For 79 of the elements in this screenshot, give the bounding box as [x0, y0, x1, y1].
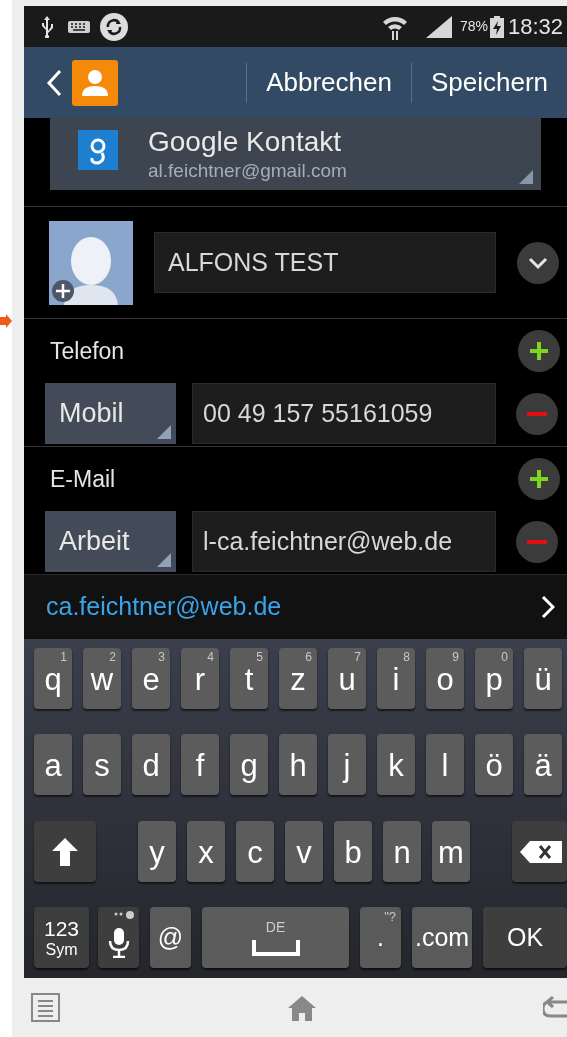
keyboard-key[interactable]: n	[383, 821, 421, 882]
value-field[interactable]: l-ca.feichtner@web.de	[192, 511, 496, 572]
keyboard-key[interactable]: p 0	[475, 648, 513, 709]
corner-icon	[519, 170, 533, 184]
keyboard-icon	[68, 20, 90, 33]
keyboard-key[interactable]: OK	[483, 907, 567, 968]
keyboard-key[interactable]: f	[181, 734, 219, 795]
home-icon	[286, 994, 317, 1021]
keyboard-key[interactable]: a	[34, 734, 72, 795]
backspace-icon	[520, 840, 562, 863]
keyboard-key[interactable]: j	[328, 734, 366, 795]
keyboard-key[interactable]: e 3	[132, 648, 170, 709]
account-title: Google Kontakt	[148, 125, 343, 159]
account-selector[interactable]: Google Kontakt al.feichtner@gmail.com	[50, 118, 541, 190]
space-key[interactable]: DE	[202, 907, 349, 968]
arrow-icon	[0, 314, 12, 328]
microphone-icon	[106, 927, 131, 958]
chevron-right-icon	[541, 595, 555, 619]
section-label: E-Mail	[50, 464, 116, 494]
symbols-key[interactable]: 123 Sym	[34, 907, 89, 968]
back-icon	[543, 995, 567, 1020]
keyboard-key[interactable]: v	[285, 821, 323, 882]
keyboard-key[interactable]: ä	[524, 734, 562, 795]
keyboard-key[interactable]: s	[83, 734, 121, 795]
voice-input-key[interactable]	[98, 907, 139, 968]
keyboard-key[interactable]: z 6	[279, 648, 317, 709]
contact-app-icon	[72, 59, 118, 106]
keyboard-key[interactable]: x	[187, 821, 225, 882]
keyboard-key[interactable]: u 7	[328, 648, 366, 709]
add-icon	[518, 458, 560, 500]
battery-percentage: 78%	[459, 17, 488, 36]
name-field[interactable]: ALFONS TEST	[154, 232, 496, 293]
shift-arrow-icon	[51, 836, 79, 867]
keyboard-key[interactable]: i 8	[377, 648, 415, 709]
add-photo-icon	[51, 278, 75, 303]
contact-photo[interactable]	[49, 220, 133, 305]
back-chevron-icon	[46, 68, 62, 97]
usb-icon	[40, 15, 54, 38]
keyboard-key[interactable]: ö	[475, 734, 513, 795]
action-button[interactable]: Speichern	[411, 47, 567, 118]
keyboard-key[interactable]: w 2	[83, 648, 121, 709]
keyboard-key[interactable]: c	[236, 821, 274, 882]
keyboard-key[interactable]: d	[132, 734, 170, 795]
account-email: al.feichtner@gmail.com	[148, 159, 347, 183]
corner-icon	[157, 553, 171, 567]
shift-key[interactable]	[34, 821, 96, 882]
keyboard-key[interactable]: h	[279, 734, 317, 795]
type-dropdown[interactable]: Arbeit	[45, 511, 176, 572]
keyboard-key[interactable]: l	[426, 734, 464, 795]
keyboard-key[interactable]: o 9	[426, 648, 464, 709]
type-dropdown[interactable]: Mobil	[45, 383, 176, 444]
keyboard-key[interactable]: t 5	[230, 648, 268, 709]
keyboard-key[interactable]: b	[334, 821, 372, 882]
value-field[interactable]: 00 49 157 55161059	[192, 383, 496, 444]
keyboard-key[interactable]: .com	[412, 907, 473, 968]
add-icon	[518, 330, 560, 372]
remove-icon	[516, 520, 558, 563]
keyboard-key[interactable]: ü	[524, 648, 562, 709]
menu-icon	[31, 993, 60, 1022]
expand-icon	[517, 241, 559, 284]
keyboard-key[interactable]: y	[138, 821, 176, 882]
keyboard-key[interactable]: @	[150, 907, 191, 968]
corner-icon	[157, 425, 171, 439]
action-button[interactable]: Abbrechen	[247, 47, 411, 118]
backspace-key[interactable]	[512, 821, 567, 882]
keyboard-key[interactable]: g	[230, 734, 268, 795]
keyboard-key[interactable]: m	[432, 821, 470, 882]
keyboard-key[interactable]: . "?	[360, 907, 401, 968]
sync-icon	[100, 12, 128, 41]
keyboard-key[interactable]: q 1	[34, 648, 72, 709]
google-icon	[78, 130, 118, 170]
remove-icon	[516, 392, 558, 435]
signal-icon	[425, 15, 452, 38]
battery-charging-icon	[489, 15, 504, 38]
section-label: Telefon	[50, 336, 125, 366]
keyboard-key[interactable]: k	[377, 734, 415, 795]
keyboard-key[interactable]: r 4	[181, 648, 219, 709]
clock: 18:32	[507, 13, 563, 41]
space-bar-icon	[251, 939, 300, 956]
